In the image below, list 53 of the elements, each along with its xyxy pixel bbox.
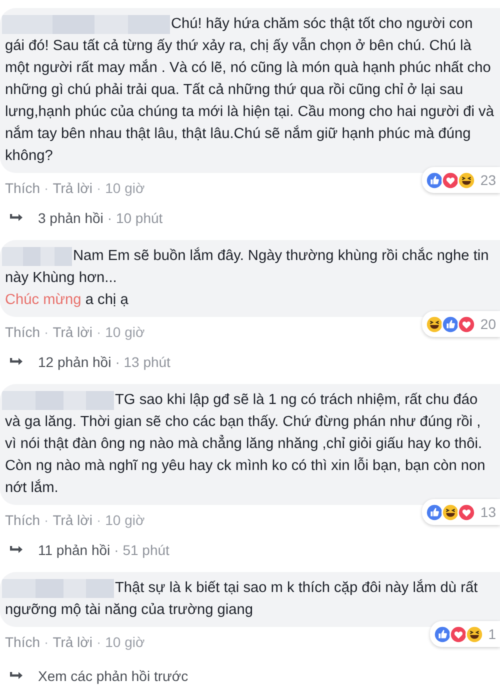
action-link[interactable]: Trả lời bbox=[52, 178, 92, 198]
reply-time: · 51 phút bbox=[114, 541, 170, 560]
reply-arrow-icon bbox=[10, 213, 24, 223]
comment-text: Thật sự là k biết tại sao m k thích cặp đôi này lắm dù rất ngưỡng mộ tài năng của trường giang bbox=[5, 578, 479, 620]
replies-link[interactable]: 11 phản hồi bbox=[38, 540, 110, 560]
mention-link[interactable]: Chúc mừng bbox=[5, 292, 82, 308]
comment-text: Nam Em sẽ buồn lắm đây. Ngày thường khùng rồi chắc nghe tin này Khùng hơn... bbox=[5, 246, 490, 288]
like-icon bbox=[433, 624, 452, 644]
separator-dot: · bbox=[96, 511, 102, 530]
reply-time: · 13 phút bbox=[115, 353, 170, 372]
reaction-summary[interactable]: 1 bbox=[430, 621, 500, 647]
heart-icon bbox=[441, 170, 460, 190]
action-link[interactable]: Thích bbox=[5, 632, 40, 652]
action-link[interactable]: Thích bbox=[5, 178, 40, 198]
action-link[interactable]: Trả lời bbox=[52, 322, 92, 342]
comment-time: 10 giờ bbox=[105, 323, 145, 342]
separator-dot: · bbox=[44, 511, 49, 530]
comment-text: Chúc mừng a chị ạ bbox=[5, 291, 130, 310]
comment-time: 10 giờ bbox=[105, 511, 145, 530]
reaction-summary[interactable]: 13 bbox=[422, 499, 500, 525]
like-icon bbox=[425, 502, 444, 522]
reply-arrow-icon bbox=[10, 357, 24, 367]
reaction-summary[interactable]: 20 bbox=[422, 311, 500, 337]
like-icon bbox=[441, 314, 460, 334]
laughing-face-icon bbox=[457, 170, 476, 190]
comment-text: TG sao khi lập gđ sẽ là 1 ng có trách nhiệm, rất chu đáo và ga lăng. Thời gian sẽ cho các bạn thấy. Chứ đừng phán như đúng rồi , vì nói thật đàn ông ng nào mà chẳng lăng nhăng ,chỉ giỏi giấu hay ko thôi. Còn ng nào mà nghĩ ng yêu hay ck mình ko có thì xin lỗi bạn, bạn còn non nớt lắm. bbox=[5, 391, 486, 498]
separator-dot: · bbox=[44, 323, 49, 342]
view-previous-replies-link[interactable]: Xem các phản hồi trước bbox=[38, 666, 188, 686]
comment-time: 10 giờ bbox=[105, 633, 145, 652]
action-link[interactable]: Trả lời bbox=[52, 510, 92, 530]
like-icon bbox=[425, 170, 444, 190]
heart-icon bbox=[457, 502, 476, 522]
action-link[interactable]: Thích bbox=[5, 510, 40, 530]
laughing-face-icon bbox=[465, 624, 484, 644]
separator-dot: · bbox=[44, 179, 49, 198]
replies-link[interactable]: 3 phản hồi bbox=[38, 208, 104, 228]
action-link[interactable]: Thích bbox=[5, 322, 40, 342]
heart-icon bbox=[449, 624, 468, 644]
heart-icon bbox=[457, 314, 476, 334]
replies-link[interactable]: 12 phản hồi bbox=[38, 352, 112, 372]
comment-text: Chú! hãy hứa chăm sóc thật tốt cho người con gái đó! Sau tất cả từng ấy thứ xảy ra, chị ấy vẫn chọn ở bên chú. Chú là một người rất may mắn . Và có lẽ, nó cũng là món quà hạnh phúc nhất cho những gì chú phải trải qua. Tất cả những thứ qua rồi cũng chỉ ở lại sau lưng,hạnh phúc của chúng ta mới là hiện tại. Cầu mong cho hai người đi và nắm tay bên nhau thật lâu, thật lâu.Chú sẽ nắm giữ hạnh phúc mà đúng không? bbox=[5, 15, 494, 166]
reaction-summary[interactable]: 23 bbox=[422, 167, 500, 193]
action-link[interactable]: Trả lời bbox=[52, 632, 92, 652]
separator-dot: · bbox=[96, 179, 102, 198]
separator-dot: · bbox=[96, 323, 102, 342]
separator-dot: · bbox=[44, 633, 49, 652]
laughing-face-icon bbox=[441, 502, 460, 522]
reply-arrow-icon bbox=[10, 671, 24, 681]
reply-arrow-icon bbox=[10, 545, 24, 555]
laughing-face-icon bbox=[425, 314, 444, 334]
reply-time: · 10 phút bbox=[107, 209, 163, 228]
separator-dot: · bbox=[96, 633, 102, 652]
comment-time: 10 giờ bbox=[105, 179, 145, 198]
